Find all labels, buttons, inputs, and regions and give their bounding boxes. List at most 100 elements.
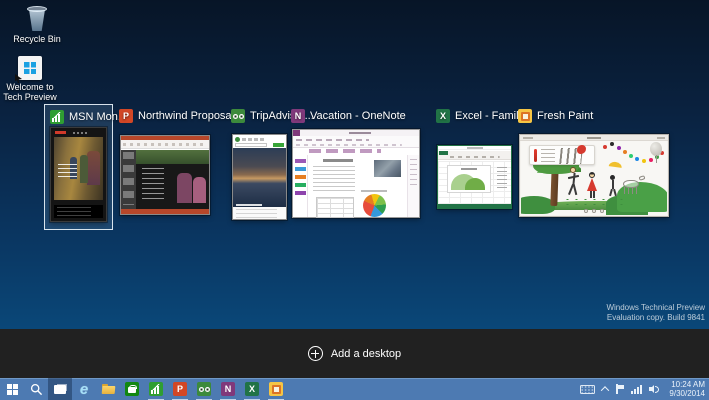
recycle-bin-label: Recycle Bin bbox=[13, 34, 61, 44]
window-title: Fresh Paint bbox=[537, 110, 594, 122]
store-button[interactable] bbox=[120, 378, 144, 400]
note-table bbox=[316, 197, 354, 218]
search-button bbox=[273, 143, 284, 147]
note-photo bbox=[374, 160, 401, 177]
add-desktop-button[interactable]: Add a desktop bbox=[307, 346, 402, 361]
figure-man bbox=[567, 167, 580, 197]
msn-footer bbox=[54, 205, 103, 218]
fresh-paint-taskbar-button[interactable] bbox=[264, 378, 288, 400]
photo-caption bbox=[236, 204, 262, 206]
desktop-icon-recycle-bin[interactable]: Recycle Bin bbox=[8, 5, 66, 44]
powerpoint-icon: P bbox=[119, 109, 133, 123]
task-view-window-excel[interactable]: X Excel - Family... bbox=[436, 104, 532, 230]
windows-logo-icon bbox=[24, 62, 36, 74]
palette-dot bbox=[649, 158, 653, 162]
welcome-label: Welcome to Tech Preview bbox=[3, 82, 57, 102]
desktops-bar: Add a desktop bbox=[0, 329, 709, 378]
search-button[interactable] bbox=[24, 378, 48, 400]
owl-eye bbox=[198, 386, 204, 392]
volume-icon[interactable] bbox=[649, 384, 660, 394]
show-hidden-icons-chevron[interactable] bbox=[601, 386, 610, 395]
horse-sketch bbox=[621, 175, 646, 195]
tripadvisor-icon bbox=[197, 382, 211, 396]
excel-thumbnail[interactable] bbox=[437, 145, 512, 209]
clock-time: 10:24 AM bbox=[671, 380, 705, 389]
search-icon bbox=[30, 383, 42, 395]
palette-dot bbox=[617, 146, 621, 150]
onenote-icon: N bbox=[221, 382, 235, 396]
windows-logo-icon bbox=[6, 383, 18, 395]
hero-photo bbox=[233, 148, 286, 209]
palette-dot bbox=[610, 142, 614, 146]
note-page bbox=[309, 155, 406, 218]
excel-taskbar-button[interactable]: X bbox=[240, 378, 264, 400]
store-icon bbox=[125, 382, 139, 396]
signal-bar bbox=[637, 386, 640, 394]
build-watermark: Windows Technical Preview Evaluation cop… bbox=[606, 303, 705, 323]
banana-doodle bbox=[608, 161, 623, 168]
folder-icon bbox=[101, 384, 115, 394]
task-view-window-onenote[interactable]: N Vacation - OneNote bbox=[291, 104, 421, 230]
taskbar-clock[interactable]: 10:24 AM 9/30/2014 bbox=[667, 380, 705, 398]
figure-body bbox=[612, 180, 614, 189]
task-view-icon bbox=[54, 384, 66, 394]
panel-text-lines bbox=[541, 149, 555, 162]
window-title: Vacation - OneNote bbox=[310, 110, 406, 122]
paint-meter bbox=[534, 149, 537, 162]
start-button[interactable] bbox=[0, 378, 24, 400]
task-view-window-msn-money[interactable]: MSN Mon... bbox=[44, 104, 127, 230]
photo-person bbox=[177, 173, 192, 203]
notebook-sidebar bbox=[293, 155, 308, 217]
slide-text-lines bbox=[142, 168, 164, 200]
figure-woman bbox=[587, 172, 599, 199]
powerpoint-taskbar-button[interactable]: P bbox=[168, 378, 192, 400]
file-explorer-button[interactable] bbox=[96, 378, 120, 400]
figure-leg bbox=[572, 183, 578, 196]
canvas-button bbox=[592, 209, 596, 213]
desktop-screen: Recycle Bin Welcome to Tech Preview Wind… bbox=[0, 0, 709, 400]
slide-panel bbox=[121, 150, 136, 209]
touch-keyboard-icon[interactable] bbox=[580, 384, 596, 394]
msn-money-thumbnail[interactable] bbox=[50, 127, 107, 222]
window-label: Fresh Paint bbox=[518, 109, 593, 123]
internet-explorer-button[interactable]: e bbox=[72, 378, 96, 400]
palette-dot bbox=[603, 145, 607, 149]
canvas-button bbox=[600, 209, 604, 213]
powerpoint-thumbnail[interactable] bbox=[120, 135, 210, 215]
powerpoint-icon: P bbox=[173, 382, 187, 396]
tripadvisor-taskbar-button[interactable] bbox=[192, 378, 216, 400]
task-view-window-fresh-paint[interactable]: Fresh Paint bbox=[518, 104, 670, 230]
network-signal-icon[interactable] bbox=[631, 384, 643, 394]
task-view-window-powerpoint[interactable]: P Northwind Proposa... bbox=[119, 104, 241, 230]
onenote-taskbar-button[interactable]: N bbox=[216, 378, 240, 400]
system-tray: 10:24 AM 9/30/2014 bbox=[580, 380, 709, 398]
task-view-button[interactable] bbox=[48, 378, 72, 400]
watermark-line1: Windows Technical Preview bbox=[606, 303, 705, 312]
msn-money-taskbar-button[interactable] bbox=[144, 378, 168, 400]
desktop-icon-welcome[interactable]: Welcome to Tech Preview bbox=[1, 56, 59, 102]
window-title: Northwind Proposa... bbox=[138, 110, 241, 122]
cell-text-lines bbox=[497, 167, 507, 191]
horse-legs bbox=[624, 187, 638, 194]
action-center-flag-icon[interactable] bbox=[615, 384, 624, 394]
chart-title bbox=[461, 168, 477, 170]
plus-circle-icon bbox=[307, 346, 323, 361]
slide-canvas bbox=[136, 150, 209, 209]
onenote-thumbnail[interactable] bbox=[292, 129, 420, 218]
msn-money-icon bbox=[149, 382, 163, 396]
fresh-paint-icon bbox=[518, 109, 532, 123]
photo-person bbox=[80, 155, 88, 183]
headline-text-lines bbox=[58, 164, 77, 179]
palette-dot bbox=[623, 150, 627, 154]
fresh-paint-thumbnail[interactable] bbox=[519, 134, 669, 217]
tripadvisor-thumbnail[interactable] bbox=[232, 134, 287, 220]
palette-dot bbox=[642, 159, 646, 163]
excel-icon: X bbox=[436, 109, 450, 123]
add-desktop-label: Add a desktop bbox=[330, 347, 402, 360]
palette-dot bbox=[635, 157, 639, 161]
search-box bbox=[235, 143, 267, 147]
figure-leg bbox=[613, 188, 617, 197]
msn-money-icon bbox=[50, 110, 64, 124]
excel-icon: X bbox=[245, 382, 259, 396]
horse-head bbox=[638, 175, 646, 181]
